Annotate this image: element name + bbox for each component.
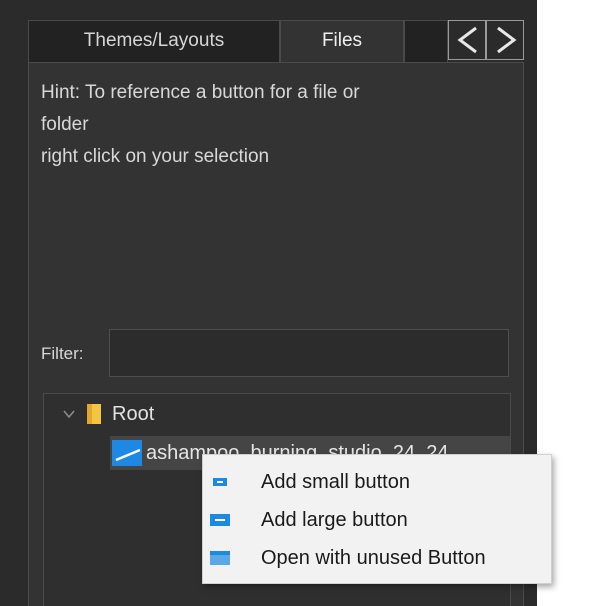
burning-studio-app-icon — [112, 440, 142, 466]
tree-root-label: Root — [112, 402, 155, 425]
next-tab-button[interactable] — [486, 20, 524, 60]
tab-overflow[interactable] — [404, 20, 448, 62]
unused-button-icon — [210, 551, 230, 565]
chevron-right-icon — [497, 26, 517, 54]
chevron-down-icon[interactable] — [62, 407, 76, 421]
menu-label-open-with-unused-button: Open with unused Button — [261, 546, 486, 569]
tab-bar: Themes/Layouts Files — [0, 0, 537, 64]
tab-themes-layouts[interactable]: Themes/Layouts — [28, 20, 280, 62]
context-menu: Add small button Add large button Open w… — [202, 454, 552, 584]
small-button-icon — [213, 478, 227, 486]
prev-tab-button[interactable] — [448, 20, 486, 60]
menu-label-add-small-button: Add small button — [261, 470, 410, 493]
hint-line-1: Hint: To reference a button for a file o… — [41, 82, 360, 103]
menu-item-open-with-unused-button[interactable]: Open with unused Button — [203, 539, 551, 577]
tab-files[interactable]: Files — [280, 20, 404, 64]
screenshot-stage: Themes/Layouts Files Hint: To reference … — [0, 0, 611, 606]
hint-line-3: right click on your selection — [41, 146, 270, 167]
hint-text: Hint: To reference a button for a file o… — [41, 77, 511, 173]
large-button-icon — [210, 514, 230, 526]
menu-item-add-large-button[interactable]: Add large button — [203, 501, 551, 539]
chevron-left-icon — [457, 26, 477, 54]
filter-label: Filter: — [41, 344, 84, 363]
tree-item-root[interactable]: Root — [62, 400, 154, 428]
filter-input[interactable] — [109, 329, 509, 377]
folder-icon — [87, 404, 101, 424]
menu-item-add-small-button[interactable]: Add small button — [203, 463, 551, 501]
hint-line-2: folder — [41, 114, 89, 135]
menu-label-add-large-button: Add large button — [261, 508, 408, 531]
